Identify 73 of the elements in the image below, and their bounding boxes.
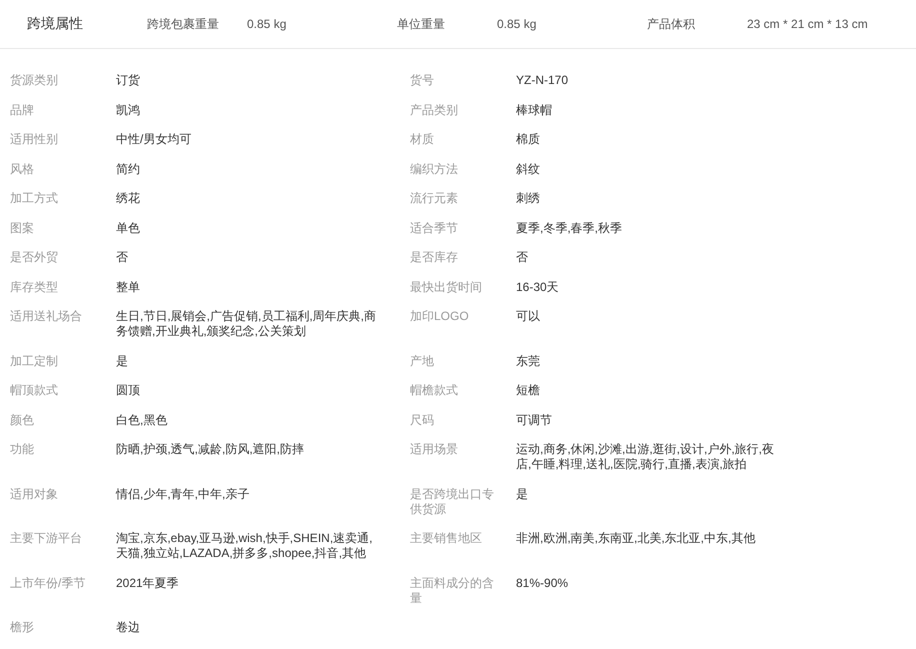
attribute-value: 2021年夏季 [116,576,180,592]
attribute-value: 是 [116,354,129,370]
attribute-value: 单色 [116,220,141,236]
attribute-label: 材质 [410,132,435,148]
attribute-label: 是否跨境出口专供货源 [410,486,495,518]
attribute-value: 0.85 kg [247,17,288,31]
attribute-label: 上市年份/季节 [10,576,86,592]
attribute-value: 生日,节日,展销会,广告促销,员工福利,周年庆典,商务馈赠,开业典礼,颁奖纪念,公关策划 [116,309,378,340]
attribute-value: 圆顶 [116,383,141,399]
attribute-value: 情侣,少年,青年,中年,亲子 [116,486,250,502]
attribute-label: 单位重量 [397,16,446,32]
attribute-value: 是 [516,486,529,502]
attribute-label: 主面料成分的含量 [410,576,495,606]
attribute-label: 功能 [10,442,35,458]
attribute-label: 适合季节 [410,220,459,236]
attribute-label: 是否库存 [410,250,459,266]
attribute-value: 棒球帽 [516,102,553,118]
attribute-label: 图案 [10,220,35,236]
attribute-label: 流行元素 [410,191,459,207]
attribute-label: 最快出货时间 [410,280,483,296]
attribute-value: 中性/男女均可 [116,132,192,148]
attribute-value: 卷边 [116,620,141,636]
attribute-value: 否 [516,250,529,266]
attribute-label: 编织方法 [410,162,459,178]
attribute-value: 东莞 [516,354,541,370]
attribute-value: 凯鸿 [116,102,141,118]
attribute-value: 斜纹 [516,162,541,178]
attribute-label: 颜色 [10,412,35,428]
attribute-value: 16-30天 [516,280,560,296]
attribute-label: 产地 [410,354,435,370]
attribute-label: 帽顶款式 [10,383,59,399]
attribute-value: YZ-N-170 [516,73,570,89]
attribute-label: 跨境包裹重量 [147,16,220,32]
attribute-value: 绣花 [116,191,141,207]
attribute-value: 防晒,护颈,透气,减龄,防风,遮阳,防摔 [116,442,306,458]
attribute-label: 货源类别 [10,73,59,89]
attribute-label: 适用场景 [410,442,459,458]
attribute-value: 可以 [516,309,541,325]
attribute-label: 是否外贸 [10,250,59,266]
attribute-value: 否 [116,250,129,266]
attribute-value: 运动,商务,休闲,沙滩,出游,逛街,设计,户外,旅行,夜店,午睡,料理,送礼,医院,骑行,直播,表演,旅拍 [516,442,776,473]
attribute-label: 主要下游平台 [10,531,83,547]
attribute-value: 23 cm * 21 cm * 13 cm [747,17,869,31]
attribute-label: 品牌 [10,102,35,118]
attribute-label: 加印LOGO [410,309,470,325]
attribute-label: 产品类别 [410,102,459,118]
attribute-value: 可调节 [516,412,553,428]
attribute-label: 库存类型 [10,280,59,296]
attribute-label: 尺码 [410,412,435,428]
attribute-label: 檐形 [10,620,35,636]
attribute-label: 风格 [10,162,35,178]
attribute-value: 淘宝,京东,ebay,亚马逊,wish,快手,SHEIN,速卖通,天猫,独立站,LAZADA,拼多多,shopee,抖音,其他 [116,531,374,562]
attribute-value: 整单 [116,280,141,296]
attribute-label: 适用送礼场合 [10,309,83,325]
attribute-value: 短檐 [516,383,541,399]
attribute-label: 适用对象 [10,486,59,502]
attribute-label: 加工定制 [10,354,59,370]
attribute-value: 81%-90% [516,576,570,592]
attribute-value: 刺绣 [516,191,541,207]
attribute-value: 订货 [116,73,141,89]
attribute-value: 非洲,欧洲,南美,东南亚,北美,东北亚,中东,其他 [516,531,756,547]
attribute-value: 白色,黑色 [116,412,168,428]
attribute-label: 主要销售地区 [410,531,483,547]
attribute-value: 简约 [116,162,141,178]
attribute-label: 加工方式 [10,191,59,207]
attribute-value: 棉质 [516,132,541,148]
attribute-value: 夏季,冬季,春季,秋季 [516,220,624,236]
section-title: 跨境属性 [27,15,84,33]
attribute-label: 货号 [410,73,435,89]
attribute-label: 产品体积 [647,16,696,32]
attribute-value: 0.85 kg [497,17,538,31]
attribute-label: 适用性别 [10,132,59,148]
attribute-label: 帽檐款式 [410,383,459,399]
